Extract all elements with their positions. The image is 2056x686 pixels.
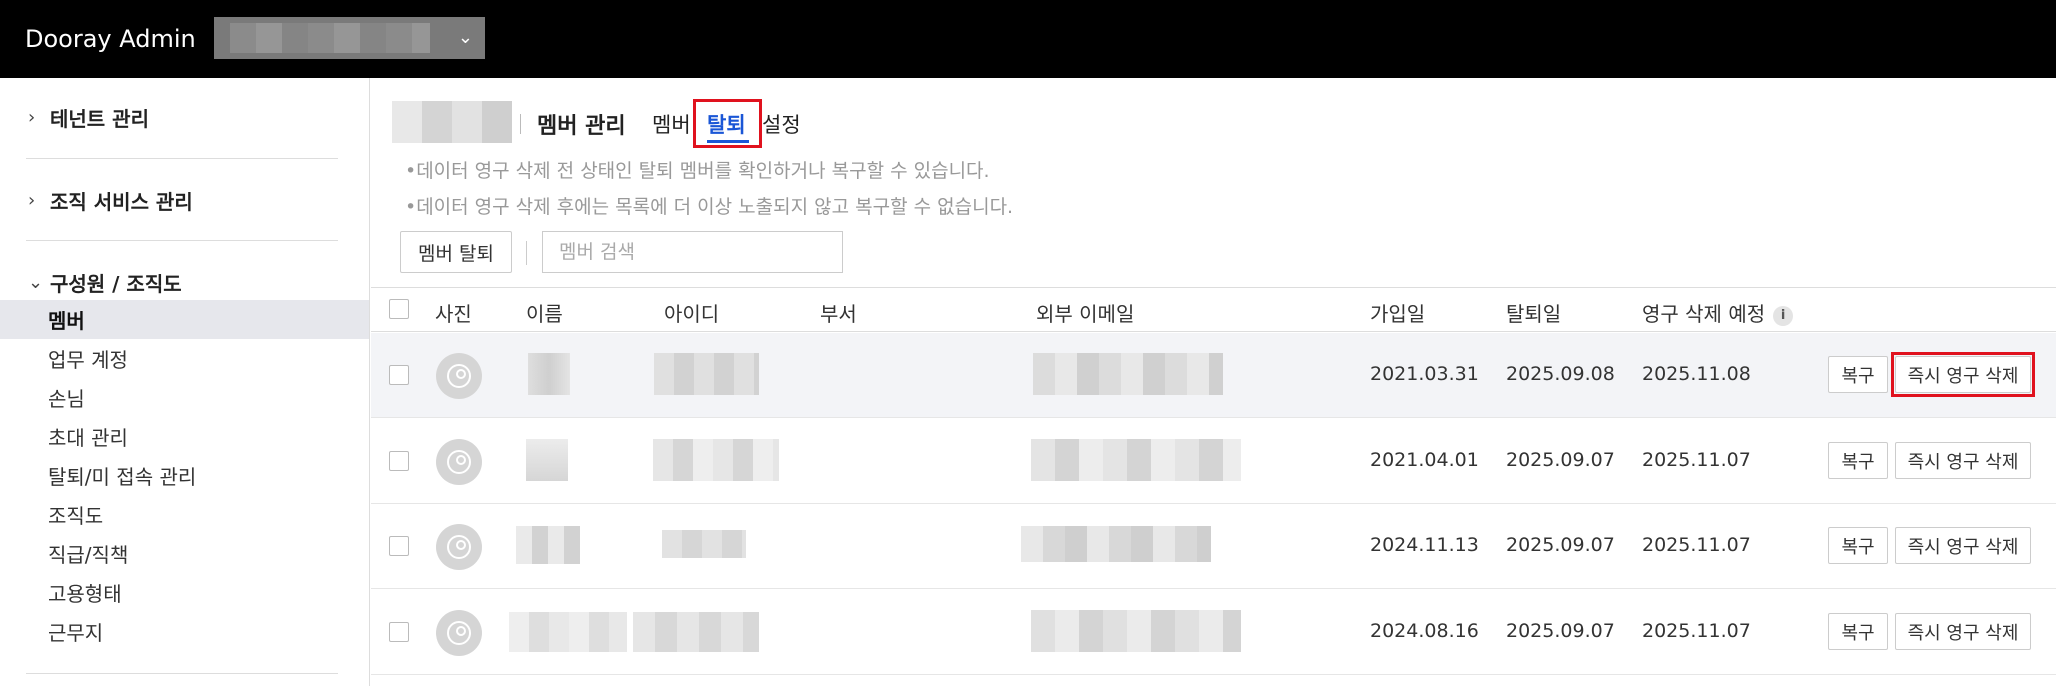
tab-settings[interactable]: 설정 xyxy=(762,109,801,139)
withdraw-member-button[interactable]: 멤버 탈퇴 xyxy=(400,231,512,273)
withdrawn-date: 2025.09.08 xyxy=(1506,363,1615,385)
sidebar-item-withdrawn-inactive[interactable]: 탈퇴/미 접속 관리 xyxy=(0,456,369,495)
member-search-input[interactable] xyxy=(542,231,843,273)
sidebar-section-label: 테넌트 관리 xyxy=(50,107,149,131)
row-checkbox[interactable] xyxy=(389,536,409,556)
user-icon xyxy=(447,364,471,388)
email-redacted xyxy=(1021,526,1211,562)
withdrawn-date: 2025.09.07 xyxy=(1506,620,1615,642)
permanent-delete-button[interactable]: 즉시 영구 삭제 xyxy=(1895,527,2031,564)
sidebar-item-org-chart[interactable]: 조직도 xyxy=(0,495,369,534)
sidebar-divider xyxy=(26,673,338,674)
delete-due-date: 2025.11.07 xyxy=(1642,620,1751,642)
chevron-right-icon: › xyxy=(28,190,36,211)
joined-date: 2024.11.13 xyxy=(1370,534,1479,556)
email-redacted xyxy=(1033,353,1223,395)
email-redacted xyxy=(1031,610,1241,652)
table-row[interactable]: 2021.03.31 2025.09.08 2025.11.08 복구 즉시 영… xyxy=(371,333,2056,418)
chevron-right-icon: › xyxy=(28,107,36,128)
table-row[interactable]: 2021.04.01 2025.09.07 2025.11.07 복구 즉시 영… xyxy=(371,419,2056,504)
name-redacted xyxy=(526,439,568,481)
sidebar-section-label: 조직 서비스 관리 xyxy=(50,190,193,214)
joined-date: 2024.08.16 xyxy=(1370,620,1479,642)
column-id: 아이디 xyxy=(664,302,720,326)
delete-due-date: 2025.11.07 xyxy=(1642,449,1751,471)
row-checkbox[interactable] xyxy=(389,365,409,385)
withdrawn-date: 2025.09.07 xyxy=(1506,449,1615,471)
sidebar-section-tenant[interactable]: › 테넌트 관리 xyxy=(28,103,149,132)
column-external-email: 외부 이메일 xyxy=(1036,302,1135,326)
sidebar-item-work-account[interactable]: 업무 계정 xyxy=(0,339,369,378)
id-redacted xyxy=(662,530,746,558)
user-icon xyxy=(447,621,471,645)
permanent-delete-button[interactable]: 즉시 영구 삭제 xyxy=(1895,442,2031,479)
column-name: 이름 xyxy=(526,302,563,326)
column-photo: 사진 xyxy=(435,302,472,326)
avatar xyxy=(436,353,482,399)
restore-button[interactable]: 복구 xyxy=(1828,356,1888,393)
sidebar-item-workplace[interactable]: 근무지 xyxy=(0,612,369,651)
permanent-delete-button[interactable]: 즉시 영구 삭제 xyxy=(1895,613,2031,650)
column-withdrawn-date: 탈퇴일 xyxy=(1506,302,1562,326)
sidebar-section-org-service[interactable]: › 조직 서비스 관리 xyxy=(28,186,193,215)
restore-button[interactable]: 복구 xyxy=(1828,527,1888,564)
avatar xyxy=(436,610,482,656)
delete-highlight-box xyxy=(1891,352,2035,397)
id-redacted xyxy=(653,439,779,481)
top-bar: Dooray Admin ⌄ xyxy=(0,0,2056,78)
sidebar-section-label: 구성원 / 조직도 xyxy=(50,272,182,296)
main-content: 멤버 관리 멤버 탈퇴 설정 •데이터 영구 삭제 전 상태인 탈퇴 멤버를 확… xyxy=(371,78,2056,686)
delete-due-date: 2025.11.07 xyxy=(1642,534,1751,556)
id-redacted xyxy=(633,612,759,652)
chevron-down-icon: ⌄ xyxy=(28,272,44,293)
row-checkbox[interactable] xyxy=(389,622,409,642)
info-note: •데이터 영구 삭제 후에는 목록에 더 이상 노출되지 않고 복구할 수 없습… xyxy=(405,196,1014,218)
avatar xyxy=(436,524,482,570)
column-joined-date: 가입일 xyxy=(1370,302,1426,326)
column-department: 부서 xyxy=(820,302,857,326)
sidebar-divider xyxy=(26,158,338,159)
name-redacted xyxy=(528,353,570,395)
select-all-checkbox[interactable] xyxy=(389,299,409,319)
tab-highlight-box xyxy=(693,99,762,148)
delete-due-date: 2025.11.08 xyxy=(1642,363,1751,385)
id-redacted xyxy=(654,353,759,395)
tab-member[interactable]: 멤버 xyxy=(652,109,691,139)
column-delete-due-label: 영구 삭제 예정 xyxy=(1642,302,1766,326)
info-icon[interactable]: i xyxy=(1773,305,1794,326)
sidebar-item-member[interactable]: 멤버 xyxy=(0,300,369,339)
name-redacted xyxy=(516,526,580,564)
toolbar-divider xyxy=(526,241,527,265)
sidebar-divider xyxy=(26,240,338,241)
joined-date: 2021.04.01 xyxy=(1370,449,1479,471)
name-redacted xyxy=(509,612,627,652)
restore-button[interactable]: 복구 xyxy=(1828,442,1888,479)
app-title: Dooray Admin xyxy=(25,25,196,53)
sidebar-item-position[interactable]: 직급/직책 xyxy=(0,534,369,573)
withdrawn-date: 2025.09.07 xyxy=(1506,534,1615,556)
table-row[interactable]: 2024.08.16 2025.09.07 2025.11.07 복구 즉시 영… xyxy=(371,590,2056,675)
info-note: •데이터 영구 삭제 전 상태인 탈퇴 멤버를 확인하거나 복구할 수 있습니다… xyxy=(405,160,990,182)
table-row[interactable]: 2024.11.13 2025.09.07 2025.11.07 복구 즉시 영… xyxy=(371,504,2056,589)
column-delete-due: 영구 삭제 예정 i xyxy=(1642,298,1794,327)
breadcrumb-separator xyxy=(520,114,521,134)
sidebar-item-employment-type[interactable]: 고용형태 xyxy=(0,573,369,612)
org-name-redacted xyxy=(392,101,512,143)
sidebar-section-members-org[interactable]: ⌄ 구성원 / 조직도 xyxy=(28,268,182,297)
restore-button[interactable]: 복구 xyxy=(1828,613,1888,650)
sidebar: › 테넌트 관리 › 조직 서비스 관리 ⌄ 구성원 / 조직도 멤버 업무 계… xyxy=(0,78,370,686)
chevron-down-icon: ⌄ xyxy=(457,27,473,48)
user-icon xyxy=(447,450,471,474)
page-title: 멤버 관리 xyxy=(537,114,626,139)
user-icon xyxy=(447,535,471,559)
sidebar-item-invite[interactable]: 초대 관리 xyxy=(0,417,369,456)
tenant-select[interactable]: ⌄ xyxy=(214,17,485,59)
sidebar-item-guest[interactable]: 손님 xyxy=(0,378,369,417)
joined-date: 2021.03.31 xyxy=(1370,363,1479,385)
avatar xyxy=(436,439,482,485)
table-header: 사진 이름 아이디 부서 외부 이메일 가입일 탈퇴일 영구 삭제 예정 i xyxy=(371,287,2056,332)
row-checkbox[interactable] xyxy=(389,451,409,471)
email-redacted xyxy=(1031,439,1241,481)
tenant-name-redacted xyxy=(230,23,430,53)
